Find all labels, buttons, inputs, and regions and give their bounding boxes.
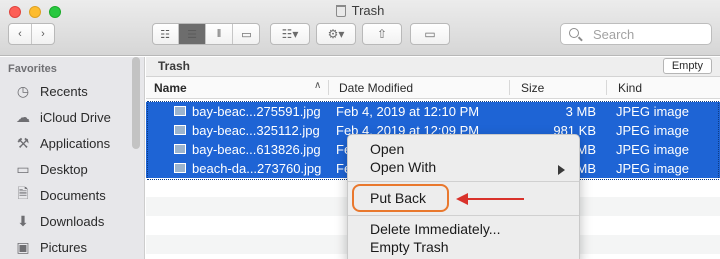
- sidebar-item-desktop[interactable]: ▭ Desktop: [14, 158, 87, 180]
- sidebar-item-pictures[interactable]: ▣ Pictures: [14, 236, 87, 258]
- icon-view-button[interactable]: ☷: [153, 24, 179, 44]
- camera-icon: ▣: [16, 238, 30, 255]
- column-divider: [328, 80, 329, 95]
- search-field[interactable]: Search: [560, 23, 712, 45]
- forward-button[interactable]: ›: [32, 24, 54, 44]
- annotation-highlight-box: [352, 184, 449, 212]
- share-icon: ⇧: [376, 27, 388, 41]
- menu-item-open[interactable]: Open: [370, 141, 404, 157]
- sidebar-item-recents[interactable]: ◷ Recents: [14, 80, 88, 102]
- annotation-arrow-icon: [456, 193, 524, 205]
- gallery-icon: ▭: [241, 28, 252, 41]
- download-icon: ⬇: [17, 212, 29, 229]
- search-placeholder: Search: [593, 27, 635, 42]
- sidebar: Favorites ◷ Recents ☁ iCloud Drive ⚒ Applic…: [0, 57, 145, 259]
- group-button[interactable]: ☷▾: [270, 23, 310, 45]
- image-file-icon: [174, 125, 186, 135]
- column-size[interactable]: Size: [521, 81, 544, 95]
- sort-ascending-icon: ∧: [314, 80, 322, 91]
- menu-item-open-with[interactable]: Open With: [370, 159, 436, 175]
- column-divider: [509, 80, 510, 95]
- view-mode-control: ☷ ☰ ‖ ▭: [152, 23, 260, 45]
- image-file-icon: [174, 144, 186, 154]
- list-icon: ☰: [187, 28, 197, 41]
- file-row[interactable]: bay-beac...275591.jpg Feb 4, 2019 at 12:…: [146, 102, 720, 121]
- action-button[interactable]: ⚙▾: [316, 23, 356, 45]
- image-file-icon: [174, 163, 186, 173]
- chevron-left-icon: ‹: [18, 28, 22, 40]
- sidebar-heading: Favorites: [8, 63, 57, 75]
- column-divider: [606, 80, 607, 95]
- title-bar: Trash ‹ › ☷ ☰ ‖ ▭ ☷▾ ⚙▾ ⇧ ▭ Search: [0, 0, 720, 56]
- document-icon: 🗎: [17, 185, 29, 201]
- grid-icon: ☷: [160, 28, 170, 41]
- window-title: Trash: [0, 3, 720, 18]
- tags-button[interactable]: ▭: [410, 23, 450, 45]
- chevron-right-icon: ›: [41, 28, 45, 40]
- column-header: Name ∧ Date Modified Size Kind: [146, 77, 720, 99]
- sidebar-scrollbar[interactable]: [132, 57, 140, 149]
- clock-icon: ◷: [16, 82, 30, 99]
- desktop-icon: ▭: [16, 160, 30, 177]
- sidebar-item-icloud-drive[interactable]: ☁ iCloud Drive: [14, 106, 111, 128]
- cloud-icon: ☁: [16, 108, 30, 125]
- folder-title: Trash: [158, 59, 191, 73]
- back-forward-control: ‹ ›: [8, 23, 55, 45]
- list-view-button[interactable]: ☰: [179, 24, 206, 44]
- applications-icon: ⚒: [16, 134, 30, 151]
- columns-icon: ‖: [216, 28, 222, 40]
- column-date-modified[interactable]: Date Modified: [339, 81, 413, 95]
- column-name[interactable]: Name: [154, 81, 187, 95]
- menu-item-delete-immediately[interactable]: Delete Immediately...: [370, 221, 500, 237]
- sidebar-item-applications[interactable]: ⚒ Applications: [14, 132, 110, 154]
- tag-icon: ▭: [424, 27, 436, 41]
- gear-icon: ⚙▾: [327, 27, 345, 41]
- column-kind[interactable]: Kind: [618, 81, 642, 95]
- trash-icon: [335, 5, 346, 17]
- gallery-view-button[interactable]: ▭: [233, 24, 259, 44]
- search-icon: [569, 28, 579, 38]
- menu-separator: [348, 181, 579, 182]
- menu-separator: [348, 215, 579, 216]
- back-button[interactable]: ‹: [9, 24, 32, 44]
- group-grid-icon: ☷▾: [281, 27, 299, 41]
- share-button[interactable]: ⇧: [362, 23, 402, 45]
- sidebar-item-documents[interactable]: 🗎 Documents: [14, 184, 105, 206]
- sidebar-item-downloads[interactable]: ⬇ Downloads: [14, 210, 104, 232]
- path-bar: Trash Empty: [146, 57, 720, 77]
- empty-trash-button[interactable]: Empty: [662, 58, 712, 74]
- column-view-button[interactable]: ‖: [206, 24, 233, 44]
- image-file-icon: [174, 106, 186, 116]
- menu-item-empty-trash[interactable]: Empty Trash: [370, 239, 449, 255]
- submenu-arrow-icon: [558, 165, 565, 175]
